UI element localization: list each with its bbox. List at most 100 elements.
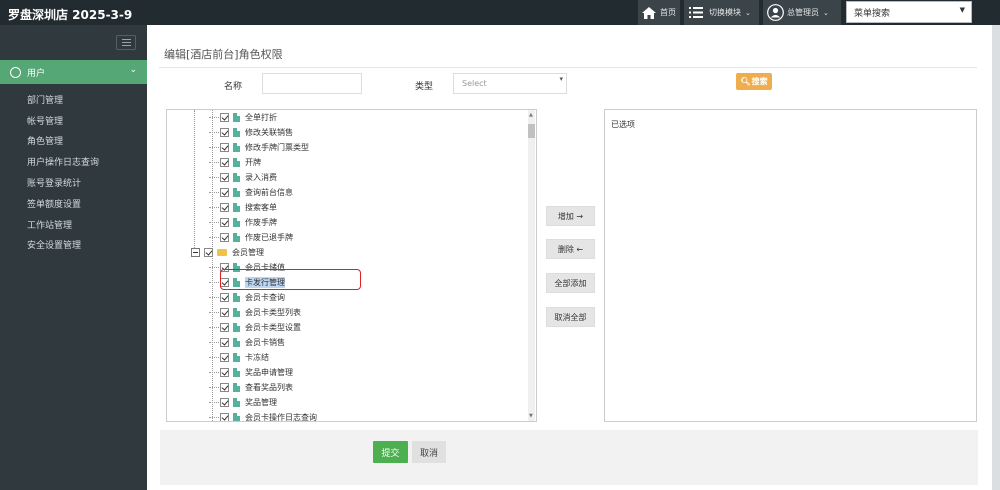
search-button-label: 搜索 <box>751 77 768 86</box>
checkbox[interactable] <box>220 128 229 137</box>
tree-row[interactable]: 录入消费 <box>209 170 277 185</box>
tree-row[interactable]: 会员卡类型列表 <box>209 305 301 320</box>
tree-row[interactable]: 奖品管理 <box>209 395 277 410</box>
checkbox[interactable] <box>204 248 213 257</box>
type-select[interactable]: Select ▾ <box>453 73 567 94</box>
name-input[interactable] <box>262 73 362 94</box>
add-all-button[interactable]: 全部添加 <box>546 273 595 293</box>
tree-connector <box>209 222 219 223</box>
checkbox[interactable] <box>220 188 229 197</box>
tree-row[interactable]: 作废已退手牌 <box>209 230 293 245</box>
checkbox[interactable] <box>220 173 229 182</box>
sidebar-item-label: 部门管理 <box>27 95 64 106</box>
home-button[interactable]: 首页 <box>638 0 680 25</box>
sidebar-item-security[interactable]: 安全设置管理 <box>0 235 147 256</box>
sidebar-item-accounts[interactable]: 帐号管理 <box>0 110 147 131</box>
tree-row[interactable]: 全单打折 <box>209 110 277 125</box>
remove-button[interactable]: 删除 ← <box>546 239 595 259</box>
tree-row[interactable]: 会员卡类型设置 <box>209 320 301 335</box>
sidebar-toggle-button[interactable] <box>116 35 136 50</box>
sidebar-item-workstation[interactable]: 工作站管理 <box>0 214 147 235</box>
doc-icon <box>233 203 240 212</box>
selected-items-label: 已选项 <box>611 120 635 129</box>
checkbox[interactable] <box>220 353 229 362</box>
switch-module-button[interactable]: 切换模块 ⌄ <box>684 0 759 25</box>
checkbox[interactable] <box>220 113 229 122</box>
sidebar-item-department[interactable]: 部门管理 <box>0 89 147 110</box>
checkbox[interactable] <box>220 233 229 242</box>
doc-icon <box>233 323 240 332</box>
tree-item-label: 卡冻结 <box>245 353 269 362</box>
selected-items-panel[interactable]: 已选项 <box>604 109 977 422</box>
doc-icon <box>233 353 240 362</box>
tree-row[interactable]: 会员卡查询 <box>209 290 285 305</box>
tree-connector <box>209 282 219 283</box>
checkbox[interactable] <box>220 308 229 317</box>
tree-item-label: 开牌 <box>245 158 261 167</box>
scroll-down-icon[interactable]: ▼ <box>529 413 533 419</box>
tree-item-label: 会员卡类型列表 <box>245 308 301 317</box>
cancel-all-button[interactable]: 取消全部 <box>546 307 595 327</box>
tree-connector <box>209 372 219 373</box>
checkbox[interactable] <box>220 338 229 347</box>
doc-icon <box>233 113 240 122</box>
collapse-icon[interactable] <box>191 248 200 257</box>
tree-row[interactable]: 会员卡销售 <box>209 335 285 350</box>
submit-button[interactable]: 提交 <box>373 441 408 463</box>
tree-row[interactable]: 修改关联销售 <box>209 125 293 140</box>
scroll-thumb[interactable] <box>528 124 535 138</box>
page-scrollbar[interactable] <box>992 25 1000 490</box>
tree-row[interactable]: 会员卡操作日志查询 <box>209 410 317 421</box>
tree-row[interactable]: 搜索客单 <box>209 200 277 215</box>
tree-row[interactable]: 作废手牌 <box>209 215 277 230</box>
menu-search-select[interactable]: 菜单搜索 ▼ <box>846 1 972 23</box>
tree-item-label: 奖品管理 <box>245 398 277 407</box>
tree-item-label: 查看奖品列表 <box>245 383 293 392</box>
add-button[interactable]: 增加 → <box>546 206 595 226</box>
tree-folder-row[interactable]: 会员管理 <box>191 245 264 260</box>
doc-icon <box>233 143 240 152</box>
cancel-button[interactable]: 取消 <box>412 441 446 463</box>
user-menu[interactable]: 总管理员 ⌄ <box>763 0 841 25</box>
tree-row[interactable]: 奖品申请管理 <box>209 365 293 380</box>
checkbox[interactable] <box>220 398 229 407</box>
checkbox[interactable] <box>220 323 229 332</box>
sidebar-item-roles[interactable]: 角色管理 <box>0 131 147 152</box>
checkbox[interactable] <box>220 218 229 227</box>
sidebar-item-signing-limit[interactable]: 签单额度设置 <box>0 193 147 214</box>
sidebar: 用户 ⌄ 部门管理 帐号管理 角色管理 用户操作日志查询 账号登录统计 签单额度… <box>0 25 147 490</box>
tree-connector <box>209 192 219 193</box>
checkbox[interactable] <box>220 143 229 152</box>
sidebar-item-operation-log[interactable]: 用户操作日志查询 <box>0 151 147 172</box>
tree-row[interactable]: 卡冻结 <box>209 350 269 365</box>
highlight-annotation <box>220 269 361 290</box>
main-content: 编辑[酒店前台]角色权限 名称 类型 Select ▾ 🔍︎ 搜索 全单打折 修改… <box>147 25 992 490</box>
permission-tree[interactable]: 全单打折 修改关联销售 修改手牌门票类型开牌录入消费 查询前台信息搜索客单作废手牌 作废… <box>166 109 537 422</box>
caret-down-icon: ▾ <box>559 75 563 83</box>
sidebar-item-label: 角色管理 <box>27 137 64 148</box>
checkbox[interactable] <box>220 158 229 167</box>
tree-item-label: 会员卡销售 <box>245 338 285 347</box>
checkbox[interactable] <box>220 413 229 421</box>
checkbox[interactable] <box>220 293 229 302</box>
scroll-up-icon[interactable]: ▲ <box>529 112 533 118</box>
sidebar-item-login-stats[interactable]: 账号登录统计 <box>0 172 147 193</box>
tree-row[interactable]: 查看奖品列表 <box>209 380 293 395</box>
tree-row[interactable]: 查询前台信息 <box>209 185 293 200</box>
checkbox[interactable] <box>220 383 229 392</box>
sidebar-section-user[interactable]: 用户 ⌄ <box>0 60 147 84</box>
tree-connector <box>209 237 219 238</box>
tree-connector <box>209 162 219 163</box>
tree-connector <box>209 312 219 313</box>
doc-icon <box>233 158 240 167</box>
tree-row[interactable]: 开牌 <box>209 155 261 170</box>
doc-icon <box>233 128 240 137</box>
search-button[interactable]: 🔍︎ 搜索 <box>736 73 772 90</box>
checkbox[interactable] <box>220 368 229 377</box>
tree-item-label: 搜索客单 <box>245 203 277 212</box>
tree-scrollbar[interactable]: ▲ ▼ <box>528 110 535 421</box>
checkbox[interactable] <box>220 203 229 212</box>
page-title: 编辑[酒店前台]角色权限 <box>164 48 283 61</box>
tree-row[interactable]: 修改手牌门票类型 <box>209 140 309 155</box>
caret-down-icon: ▼ <box>959 6 965 14</box>
